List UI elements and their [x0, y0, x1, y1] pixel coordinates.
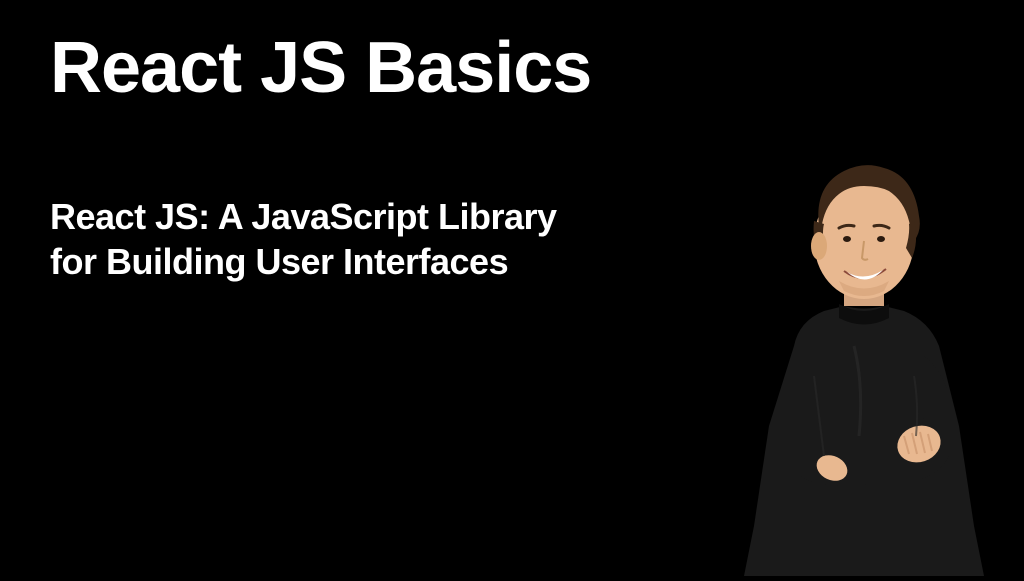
slide-title: React JS Basics: [50, 32, 974, 104]
slide-content: React JS Basics React JS: A JavaScript L…: [0, 0, 1024, 316]
slide-subtitle: React JS: A JavaScript Library for Build…: [50, 194, 570, 284]
